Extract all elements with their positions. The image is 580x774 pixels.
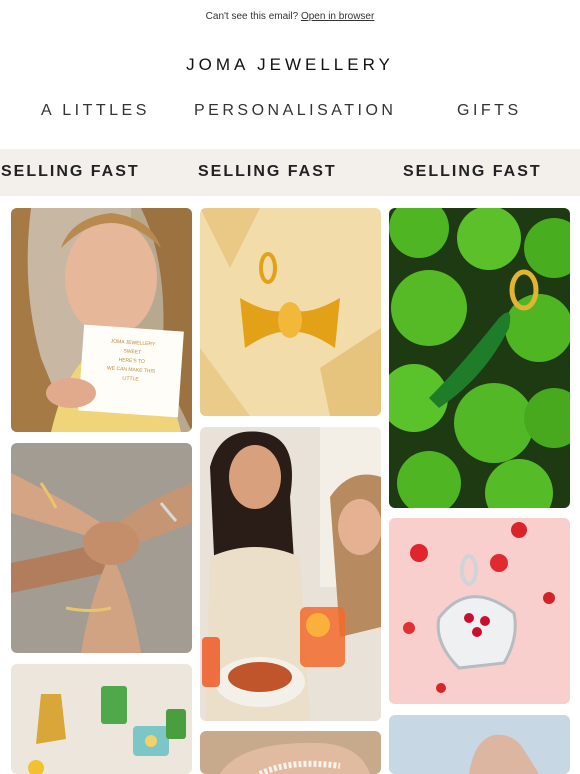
selling-fast-banner: SELLING FAST SELLING FAST SELLING FAST <box>0 149 580 196</box>
photo-icon <box>200 427 381 721</box>
main-nav: A LITTLES PERSONALISATION GIFTS <box>0 102 580 124</box>
tile-friends-eating-spaghetti[interactable] <box>200 427 381 721</box>
nav-item-gifts[interactable]: GIFTS <box>457 102 522 120</box>
open-in-browser-link[interactable]: Open in browser <box>301 11 374 22</box>
tile-hand-on-blue-background[interactable] <box>389 715 570 774</box>
ticker-text: SELLING FAST <box>403 163 542 180</box>
photo-icon <box>200 731 381 774</box>
photo-icon <box>389 208 570 508</box>
preheader: Can't see this email? Open in browser <box>0 11 580 22</box>
tile-pea-pod-charm-on-peas[interactable] <box>389 208 570 508</box>
photo-icon: JOMA JEWELLERYSWEETHERE'S TOWE CAN MAKE … <box>11 208 192 432</box>
photo-icon <box>200 208 381 416</box>
tile-pearl-bracelet-wrist[interactable] <box>200 731 381 774</box>
ticker-text: SELLING FAST <box>198 163 337 180</box>
gift-card-line: LITTLE <box>122 375 139 382</box>
tile-cake-charm-on-pink[interactable] <box>389 518 570 704</box>
photo-icon <box>389 518 570 704</box>
photo-icon <box>11 443 192 653</box>
preheader-text: Can't see this email? <box>205 11 299 22</box>
tile-woman-with-gift-card[interactable]: JOMA JEWELLERY SWEET HERE'S TO WE CAN MAKE … <box>11 208 192 432</box>
tile-assorted-enamel-charms[interactable] <box>11 664 192 774</box>
tile-farfalle-pasta-charm[interactable] <box>200 208 381 416</box>
brand-logo[interactable]: JOMA JEWELLERY <box>0 55 580 75</box>
gift-card-line: SWEET <box>123 348 141 355</box>
nav-item-personalisation[interactable]: PERSONALISATION <box>194 102 396 120</box>
nav-item-a-littles[interactable]: A LITTLES <box>41 102 150 120</box>
photo-icon <box>389 715 570 774</box>
ticker-text: SELLING FAST <box>1 163 140 180</box>
tile-stacked-bracelets-hands[interactable] <box>11 443 192 653</box>
photo-icon <box>11 664 192 774</box>
